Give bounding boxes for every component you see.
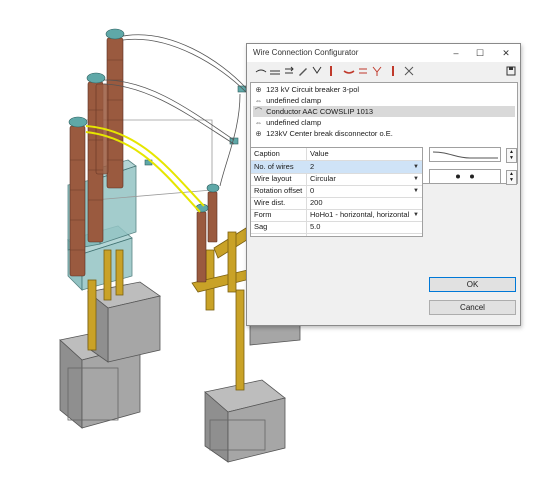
tool-icon[interactable] bbox=[311, 65, 323, 77]
list-item-label: undefined clamp bbox=[266, 118, 322, 127]
value-header: Value bbox=[310, 149, 329, 158]
list-item[interactable]: ⇔ undefined clamp bbox=[253, 117, 515, 128]
toolbar bbox=[251, 65, 517, 79]
row-caption: No. of wires bbox=[254, 162, 294, 171]
wire-layout-preview bbox=[429, 169, 501, 184]
list-item[interactable]: ⇔ undefined clamp bbox=[253, 95, 515, 106]
ok-button[interactable]: OK bbox=[429, 277, 516, 292]
row-caption: Wire dist. bbox=[254, 198, 286, 207]
list-item-label: undefined clamp bbox=[266, 96, 322, 105]
marker-icon[interactable] bbox=[387, 65, 399, 77]
maximize-button[interactable]: ☐ bbox=[471, 46, 489, 60]
grid-row[interactable]: Sag 5.0 bbox=[251, 221, 422, 234]
edit-icon[interactable] bbox=[297, 65, 309, 77]
dialog-title: Wire Connection Configurator bbox=[253, 48, 359, 57]
row-caption: Form bbox=[254, 210, 272, 219]
caption-header: Caption bbox=[254, 149, 280, 158]
dropdown-arrow-icon[interactable]: ▼ bbox=[413, 173, 419, 185]
wire-icon[interactable] bbox=[269, 65, 281, 77]
sag-profile-preview bbox=[429, 147, 501, 162]
clamp-icon: ⇔ bbox=[254, 118, 263, 127]
property-grid: Caption Value No. of wires 2 ▼ Wire layo… bbox=[250, 147, 423, 237]
red-wire-icon[interactable] bbox=[343, 65, 355, 77]
list-item[interactable]: ⊕ 123kV Center break disconnector o.E. bbox=[253, 128, 515, 139]
row-value[interactable]: 0 bbox=[310, 185, 414, 197]
minimize-button[interactable]: – bbox=[447, 46, 465, 60]
list-item-label: 123kV Center break disconnector o.E. bbox=[266, 129, 393, 138]
red-swap-icon[interactable] bbox=[357, 65, 369, 77]
title-bar: Wire Connection Configurator – ☐ ✕ bbox=[247, 44, 520, 62]
dropdown-arrow-icon[interactable]: ▼ bbox=[413, 185, 419, 197]
breaker-icon: ⊕ bbox=[255, 85, 262, 94]
disconnector-icon: ⊕ bbox=[255, 129, 262, 138]
list-item-selected[interactable]: ⌒ Conductor AAC COWSLIP 1013 bbox=[253, 106, 515, 117]
wire-layout-spinner[interactable]: ▲ ▼ bbox=[506, 170, 517, 185]
row-caption: Wire layout bbox=[254, 174, 292, 183]
conductor-icon: ⌒ bbox=[254, 107, 263, 116]
pin-icon[interactable] bbox=[325, 65, 337, 77]
list-item-label: Conductor AAC COWSLIP 1013 bbox=[266, 107, 374, 116]
delete-icon[interactable] bbox=[403, 65, 415, 77]
row-value[interactable]: HoHo1 - horizontal, horizontal bbox=[310, 209, 414, 221]
dropdown-arrow-icon[interactable]: ▼ bbox=[413, 209, 419, 221]
cancel-button[interactable]: Cancel bbox=[429, 300, 516, 315]
swap-icon[interactable] bbox=[283, 65, 295, 77]
row-caption: Rotation offset bbox=[254, 186, 303, 195]
row-value[interactable]: 2 bbox=[310, 161, 414, 173]
clamp-icon[interactable] bbox=[371, 65, 383, 77]
add-wire-icon[interactable] bbox=[255, 65, 267, 77]
close-button[interactable]: ✕ bbox=[497, 46, 515, 60]
list-item-label: 123 kV Circuit breaker 3-pol bbox=[266, 85, 360, 94]
save-icon[interactable] bbox=[505, 65, 517, 77]
sag-profile-spinner[interactable]: ▲ ▼ bbox=[506, 148, 517, 163]
row-value[interactable]: 200 bbox=[310, 197, 414, 209]
wire-connection-configurator-dialog: Wire Connection Configurator – ☐ ✕ ⊕ 123… bbox=[246, 43, 521, 326]
clamp-icon: ⇔ bbox=[254, 96, 263, 105]
row-value[interactable]: Circular bbox=[310, 173, 414, 185]
grid-header: Caption Value bbox=[251, 148, 422, 161]
row-value[interactable]: 5.0 bbox=[310, 221, 414, 233]
dropdown-arrow-icon[interactable]: ▼ bbox=[413, 161, 419, 173]
list-item[interactable]: ⊕ 123 kV Circuit breaker 3-pol bbox=[253, 84, 515, 95]
row-caption: Sag bbox=[254, 222, 268, 231]
